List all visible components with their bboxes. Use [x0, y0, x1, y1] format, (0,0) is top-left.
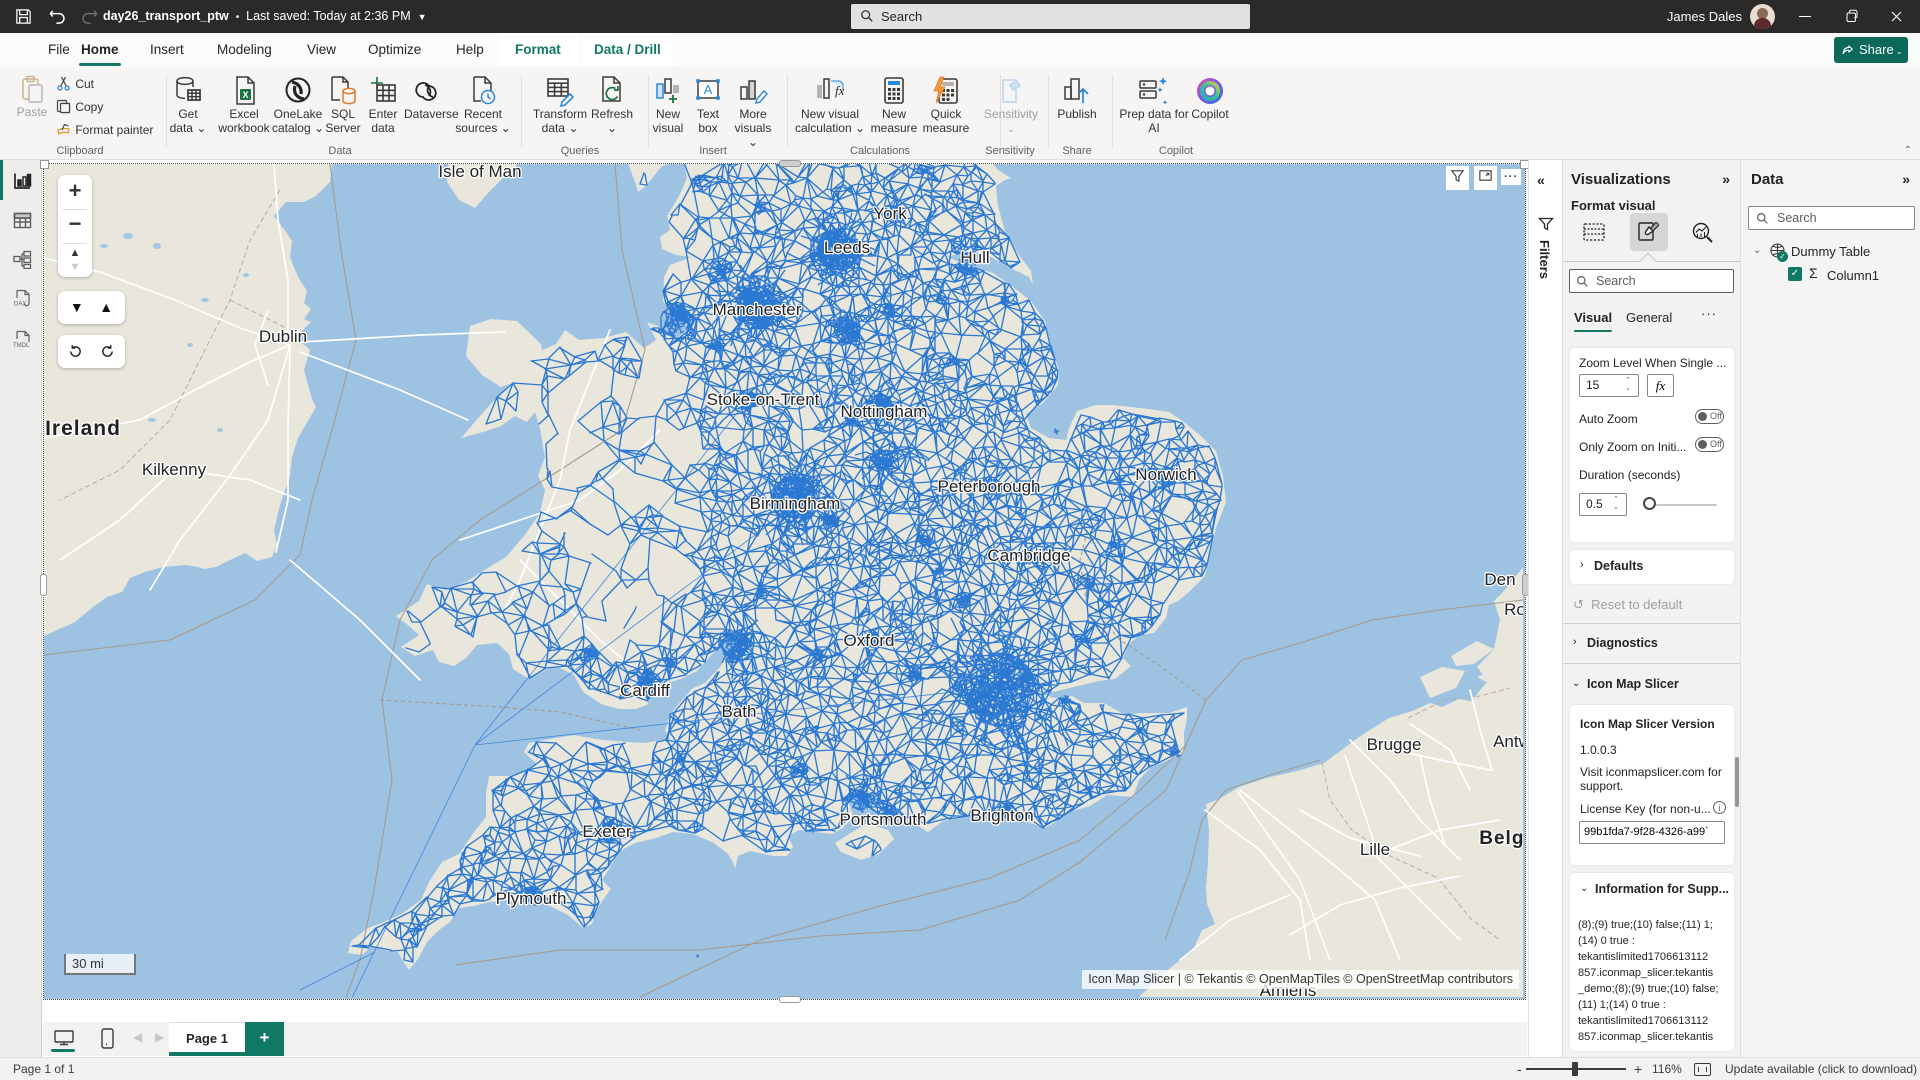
svg-text:York: York: [873, 204, 907, 223]
svg-text:Dublin: Dublin: [259, 327, 307, 346]
svg-text:Peterborough: Peterborough: [937, 477, 1040, 496]
svg-text:X: X: [242, 90, 248, 100]
svg-text:Birmingham: Birmingham: [750, 494, 841, 513]
svg-text:A: A: [704, 82, 713, 97]
svg-text:Antw: Antw: [1493, 732, 1523, 751]
svg-text:Ireland: Ireland: [45, 417, 121, 440]
svg-text:Kilkenny: Kilkenny: [142, 460, 207, 479]
svg-text:Nottingham: Nottingham: [841, 402, 928, 421]
svg-text:fx: fx: [835, 83, 845, 98]
svg-text:Ro: Ro: [1504, 600, 1523, 619]
svg-text:Brugge: Brugge: [1367, 735, 1422, 754]
svg-text:Exeter: Exeter: [582, 822, 631, 841]
svg-text:Oxford: Oxford: [843, 631, 894, 650]
svg-text:Cardiff: Cardiff: [620, 681, 670, 700]
svg-text:Isle of Man: Isle of Man: [438, 164, 521, 181]
svg-text:Stoke-on-Trent: Stoke-on-Trent: [707, 390, 820, 409]
svg-text:Den: Den: [1484, 570, 1515, 589]
svg-text:Portsmouth: Portsmouth: [840, 810, 927, 829]
svg-text:Cambridge: Cambridge: [987, 546, 1070, 565]
svg-text:Plymouth: Plymouth: [496, 889, 567, 908]
svg-text:Leeds: Leeds: [824, 238, 870, 257]
svg-text:Lille: Lille: [1360, 840, 1390, 859]
svg-text:Belgi: Belgi: [1479, 828, 1523, 849]
svg-text:Manchester: Manchester: [713, 300, 802, 319]
svg-text:Norwich: Norwich: [1135, 465, 1196, 484]
svg-text:Brighton: Brighton: [970, 806, 1033, 825]
svg-text:Hull: Hull: [960, 248, 989, 267]
svg-text:DAX: DAX: [14, 302, 26, 308]
svg-text:Bath: Bath: [722, 702, 757, 721]
svg-text:TMDL: TMDL: [13, 343, 30, 349]
